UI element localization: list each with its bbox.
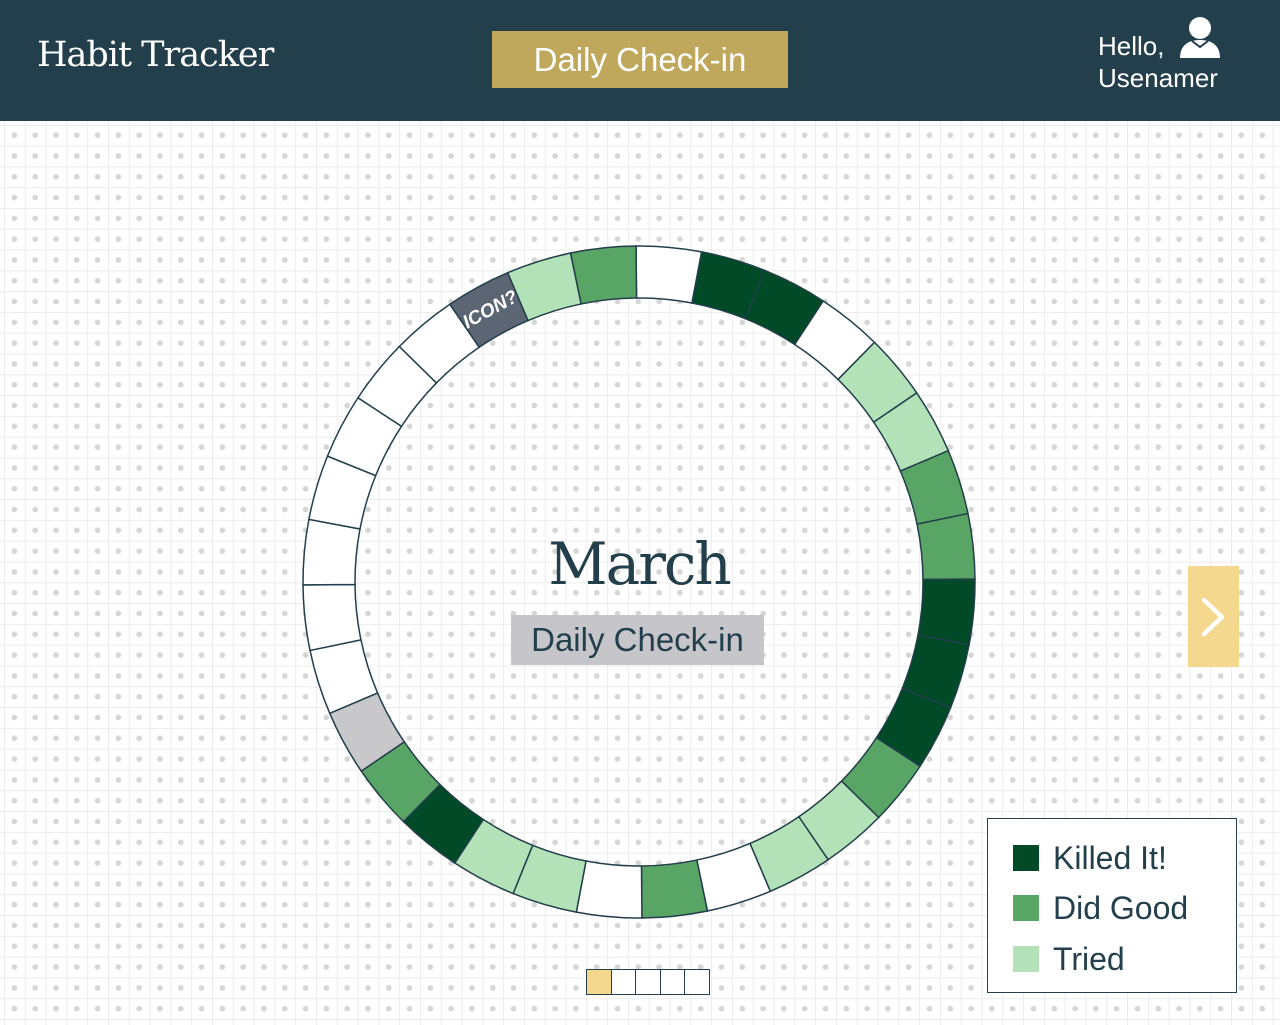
ring-day-segment[interactable]	[569, 245, 638, 305]
legend-item-tried: Tried	[1013, 941, 1125, 977]
ring-day-segment[interactable]	[302, 583, 362, 652]
legend-label: Did Good	[1053, 889, 1189, 926]
legend-label: Tried	[1053, 940, 1125, 977]
legend-item-killed: Killed It!	[1013, 840, 1167, 876]
legend: Killed It! Did Good Tried	[987, 818, 1237, 993]
next-month-button[interactable]	[1188, 566, 1239, 667]
ring-day-segment[interactable]	[575, 860, 643, 919]
habit-label: Daily Check-in	[511, 615, 764, 665]
pager-dot[interactable]	[610, 969, 637, 995]
ring-day-segment[interactable]	[635, 245, 703, 304]
pager-dot[interactable]	[684, 969, 710, 995]
pager-dot[interactable]	[635, 969, 661, 995]
ring-day-segment[interactable]	[640, 859, 709, 919]
ring-day-segment[interactable]	[917, 578, 976, 646]
pager-dot[interactable]	[659, 969, 686, 995]
ring-day-segment[interactable]	[916, 512, 976, 581]
legend-swatch-good	[1013, 895, 1039, 921]
pager-dot[interactable]	[586, 969, 612, 995]
ring-day-segment[interactable]	[302, 518, 361, 586]
month-title: March	[548, 530, 732, 598]
legend-label: Killed It!	[1053, 839, 1167, 876]
legend-swatch-killed	[1013, 845, 1039, 871]
legend-swatch-tried	[1013, 946, 1039, 972]
chevron-right-icon	[1201, 597, 1225, 637]
legend-item-good: Did Good	[1013, 890, 1188, 926]
month-pager	[586, 969, 710, 995]
